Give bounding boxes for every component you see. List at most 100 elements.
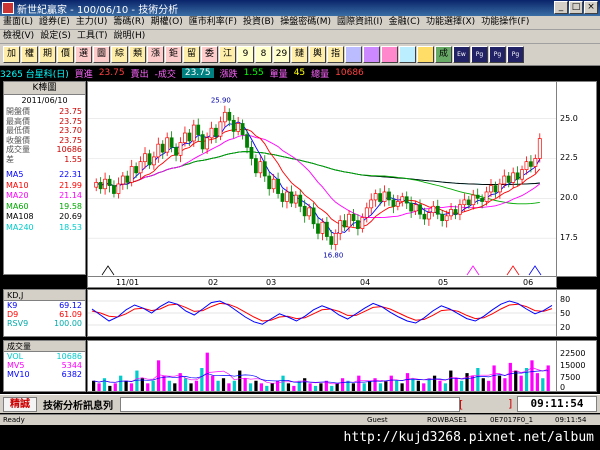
volume-chart[interactable] (87, 340, 557, 392)
menu-item-menubar1-5[interactable]: 匯市利率(F) (186, 16, 240, 29)
featured-button[interactable]: 精誠 (3, 396, 37, 412)
toolbar-button-23[interactable] (417, 46, 434, 63)
menu-item-menubar1-1[interactable]: 證券(E) (36, 16, 73, 29)
menu-item-menubar1-2[interactable]: 主力(U) (73, 16, 111, 29)
volume-bar (432, 375, 437, 391)
toolbar-button-6[interactable]: 綜 (111, 46, 128, 63)
candle-body (497, 183, 502, 193)
clock: 09:11:54 (517, 396, 597, 412)
volume-bar (508, 362, 512, 391)
menu-item-menubar2-0[interactable]: 檢視(V) (0, 30, 37, 43)
volume-tick: 7500 (560, 373, 581, 382)
volume-bar (335, 383, 339, 391)
toolbar-button-2[interactable]: 期 (39, 46, 56, 63)
k-line (91, 300, 553, 325)
volume-row: MV5 5344 (4, 361, 85, 370)
menu-item-menubar1-7[interactable]: 操盤密碼(M) (277, 16, 334, 29)
candle-body (471, 194, 476, 206)
menu-item-menubar1-9[interactable]: 金融(C) (386, 16, 423, 29)
candle-body (120, 175, 125, 185)
volume-bar (303, 378, 307, 391)
toolbar-button-16[interactable]: 鏈 (291, 46, 308, 63)
toolbar-button-11[interactable]: 委 (201, 46, 218, 63)
candle-body (129, 166, 134, 183)
volume-bar (492, 365, 496, 391)
menu-item-menubar1-6[interactable]: 投資(B) (240, 16, 277, 29)
toolbar-button-12[interactable]: 江 (219, 46, 236, 63)
toolbar-button-14[interactable]: 8 (255, 46, 272, 63)
volume-tick: 22500 (560, 349, 586, 358)
volume-label: VOL (7, 352, 24, 361)
kd-chart[interactable] (87, 289, 557, 337)
ma-row: MA20 21.14 (4, 191, 85, 202)
volume-bar (389, 375, 393, 391)
ma-row: MA240 18.53 (4, 223, 85, 234)
volume-bar (395, 380, 399, 391)
menu-item-menubar1-4[interactable]: 期權(O) (148, 16, 186, 29)
status-time: 09:11:54 (555, 416, 587, 424)
toolbar-button-25[interactable]: Ew (453, 46, 470, 63)
toolbar-button-28[interactable]: Pg (507, 46, 524, 63)
toolbar-button-8[interactable]: 漲 (147, 46, 164, 63)
toolbar-button-24[interactable]: 成 (435, 46, 452, 63)
price-row-label: 成交量 (6, 145, 30, 154)
candle-body (440, 213, 445, 221)
candle-body (453, 209, 458, 215)
toolbar-button-4[interactable]: 選 (75, 46, 92, 63)
menu-item-menubar1-0[interactable]: 畫面(L) (0, 16, 36, 29)
toolbar-button-0[interactable]: 加 (3, 46, 20, 63)
volume-bar (97, 383, 101, 391)
maximize-button[interactable]: □ (569, 1, 583, 14)
candle-body (160, 143, 165, 153)
volume-bar (162, 375, 166, 391)
date-tick: 11/01 (116, 278, 140, 287)
toolbar-button-26[interactable]: Pg (471, 46, 488, 63)
bracket-right: ] (508, 397, 513, 410)
volume-bar (184, 378, 188, 391)
candle-body (205, 137, 210, 150)
stock-name[interactable]: 3265 台星科(日) (0, 67, 69, 80)
menu-item-menubar2-3[interactable]: 說明(H) (110, 30, 148, 43)
toolbar-button-19[interactable] (345, 46, 362, 63)
toolbar-button-15[interactable]: 29 (273, 46, 290, 63)
menu-item-menubar1-8[interactable]: 國際資訊(I) (334, 16, 386, 29)
toolbar-button-1[interactable]: 權 (21, 46, 38, 63)
volume-bar (503, 378, 507, 391)
ma-row: MA108 20.69 (4, 212, 85, 223)
candle-body (94, 182, 99, 188)
toolbar-button-7[interactable]: 類 (129, 46, 146, 63)
candle-body (506, 175, 511, 183)
menu-item-menubar2-2[interactable]: 工具(T) (74, 30, 111, 43)
candle-body (466, 199, 471, 206)
menu-item-menubar1-3[interactable]: 籌碼(R) (110, 16, 147, 29)
toolbar-button-9[interactable]: 鉅 (165, 46, 182, 63)
volume-bar (449, 370, 453, 391)
candlestick-chart[interactable]: 25.90 16.80 (87, 81, 557, 277)
toolbar-button-20[interactable] (363, 46, 380, 63)
toolbar-button-22[interactable] (399, 46, 416, 63)
toolbar-button-27[interactable]: Pg (489, 46, 506, 63)
toolbar-button-17[interactable]: 輿 (309, 46, 326, 63)
menu-item-menubar1-11[interactable]: 功能操作(F) (478, 16, 532, 29)
candle-body (112, 185, 116, 194)
candle-body (276, 178, 280, 194)
toolbar-button-5[interactable]: 圖 (93, 46, 110, 63)
price-row-value: 10686 (56, 145, 82, 154)
close-button[interactable]: × (584, 1, 598, 14)
candle-body (178, 142, 183, 156)
toolbar-button-3[interactable]: 價 (57, 46, 74, 63)
toolbar: 加權期價選圖綜類漲鉅留委江 9 8 29 鏈輿指成 Ew Pg Pg Pg (0, 44, 600, 66)
toolbar-button-21[interactable] (381, 46, 398, 63)
candle-body (174, 146, 178, 156)
change-value: 1.55 (243, 68, 264, 78)
status-ip: 0E7017F0_1 (490, 416, 534, 424)
toolbar-button-10[interactable]: 留 (183, 46, 200, 63)
toolbar-button-18[interactable]: 指 (327, 46, 344, 63)
toolbar-button-13[interactable]: 9 (237, 46, 254, 63)
volume-bar (535, 373, 540, 391)
minimize-button[interactable]: _ (554, 1, 568, 14)
volume-bar (265, 385, 269, 391)
menu-item-menubar1-10[interactable]: 功能選擇(X) (423, 16, 478, 29)
menu-item-menubar2-1[interactable]: 設定(S) (37, 30, 74, 43)
volume-bar (205, 352, 209, 391)
